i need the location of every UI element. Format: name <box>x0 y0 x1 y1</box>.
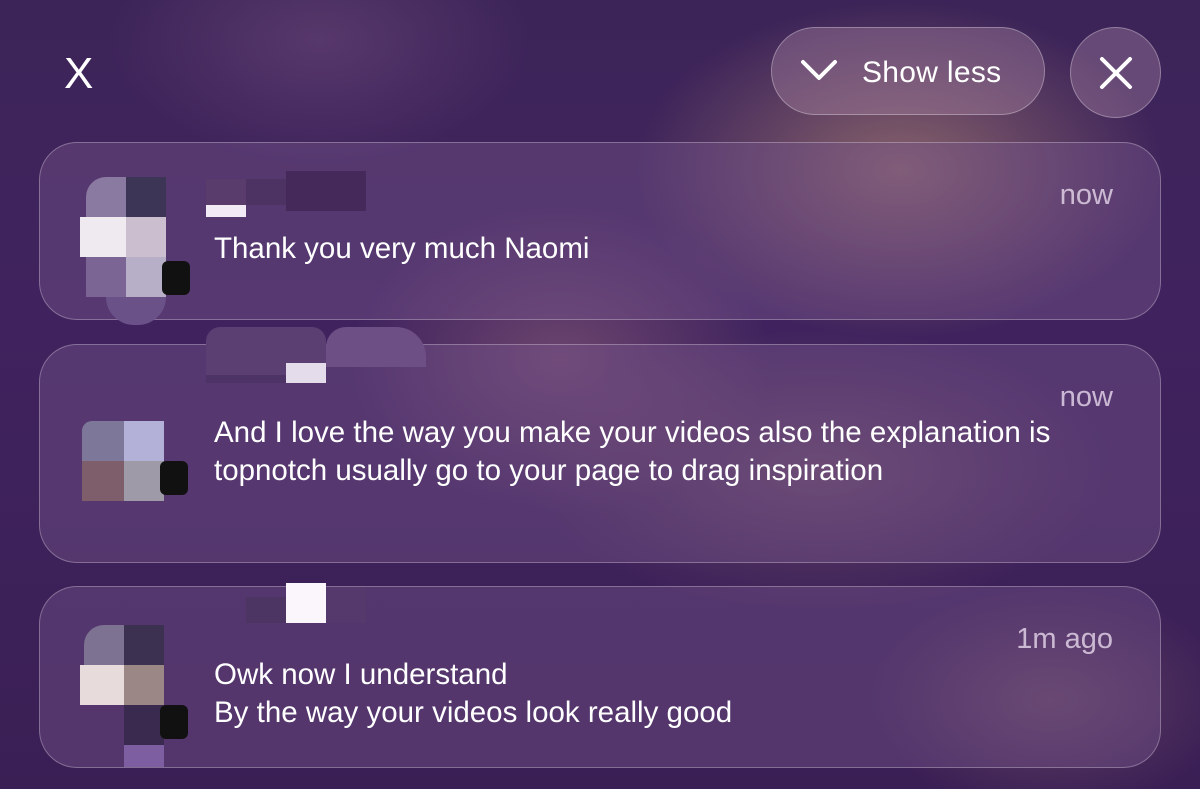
show-less-button[interactable]: Show less <box>771 27 1045 115</box>
avatar <box>80 421 190 581</box>
notification-card[interactable]: now Thank you very much Naomi <box>39 142 1161 325</box>
notification-time: 1m ago <box>1016 623 1113 655</box>
notification-time: now <box>1059 381 1113 413</box>
avatar <box>80 625 190 785</box>
sender-name-redacted <box>206 583 406 623</box>
dismiss-button[interactable]: X <box>64 52 93 96</box>
close-icon <box>1100 57 1132 89</box>
notification-message: Thank you very much Naomi <box>214 232 590 265</box>
notification-card[interactable]: 1m ago Owk now I understand By the way y… <box>39 583 1161 768</box>
notification-message: Owk now I understand By the way your vid… <box>214 658 733 729</box>
notification-message: And I love the way you make your videos … <box>214 416 1051 487</box>
sender-name-redacted <box>206 171 376 217</box>
show-less-label: Show less <box>862 56 1002 89</box>
clear-notifications-button[interactable] <box>1070 27 1161 118</box>
sender-name-redacted <box>206 327 426 383</box>
notification-card[interactable]: now And I love the way you make your vid… <box>39 327 1161 563</box>
avatar <box>80 177 190 337</box>
notification-time: now <box>1059 179 1113 211</box>
chevron-down-icon <box>801 60 837 80</box>
